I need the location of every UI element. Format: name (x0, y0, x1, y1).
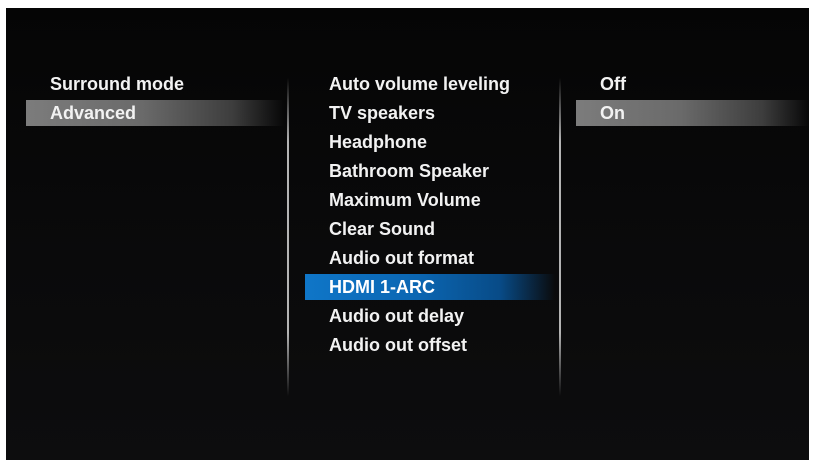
tv-settings-screen: Surround mode Advanced Auto volume level… (6, 8, 809, 460)
menu-item-headphone[interactable]: Headphone (305, 129, 555, 155)
middle-menu: Auto volume leveling TV speakers Headpho… (287, 8, 557, 460)
option-on[interactable]: On (576, 100, 809, 126)
option-off[interactable]: Off (576, 71, 809, 97)
right-menu: Off On (562, 8, 809, 460)
menu-item-auto-volume-leveling[interactable]: Auto volume leveling (305, 71, 555, 97)
left-menu: Surround mode Advanced (6, 8, 284, 460)
column-divider (559, 78, 561, 396)
menu-item-hdmi-1-arc[interactable]: HDMI 1-ARC (305, 274, 555, 300)
menu-item-surround-mode[interactable]: Surround mode (26, 71, 284, 97)
menu-item-bathroom-speaker[interactable]: Bathroom Speaker (305, 158, 555, 184)
menu-item-audio-out-delay[interactable]: Audio out delay (305, 303, 555, 329)
menu-item-audio-out-offset[interactable]: Audio out offset (305, 332, 555, 358)
menu-item-clear-sound[interactable]: Clear Sound (305, 216, 555, 242)
menu-item-advanced[interactable]: Advanced (26, 100, 284, 126)
menu-item-maximum-volume[interactable]: Maximum Volume (305, 187, 555, 213)
menu-item-audio-out-format[interactable]: Audio out format (305, 245, 555, 271)
menu-item-tv-speakers[interactable]: TV speakers (305, 100, 555, 126)
